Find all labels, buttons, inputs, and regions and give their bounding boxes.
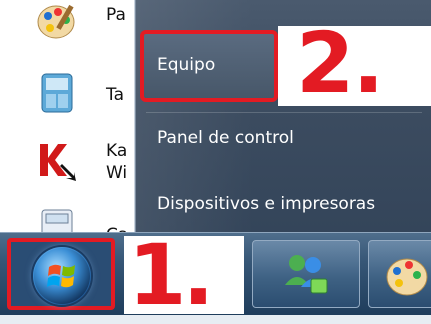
program-label: Ta xyxy=(106,85,124,105)
callout-two: 2. xyxy=(278,14,431,112)
kaspersky-icon xyxy=(40,144,76,181)
menu-separator xyxy=(146,112,422,113)
program-item-paint[interactable]: Pa xyxy=(0,0,134,52)
program-item-calculator[interactable]: Ca xyxy=(0,206,134,232)
programs-list: Pa Ta Ka Wi Ca xyxy=(0,0,135,232)
paint-icon xyxy=(386,258,428,296)
program-label-second-line: Wi xyxy=(106,163,128,183)
menu-item-equipo[interactable]: Equipo xyxy=(157,55,215,75)
callout-two-text: 2. xyxy=(296,14,384,112)
messenger-icon xyxy=(285,255,328,294)
program-label: Ca xyxy=(106,224,128,232)
program-label: Pa xyxy=(106,5,126,25)
program-item-kaspersky[interactable]: Ka Wi xyxy=(0,136,134,196)
taskbar-button-paint[interactable] xyxy=(368,240,431,308)
menu-item-dispositivos-e-impresoras[interactable]: Dispositivos e impresoras xyxy=(157,194,375,214)
callout-one-text: 1. xyxy=(128,226,214,324)
start-button[interactable] xyxy=(7,238,115,310)
program-item-gadgets[interactable]: Ta xyxy=(0,70,134,130)
taskbar-button-messenger[interactable] xyxy=(252,240,360,308)
windows-logo-icon xyxy=(33,247,91,305)
gadgets-icon xyxy=(41,73,73,113)
calculator-icon xyxy=(41,209,73,232)
callout-one: 1. xyxy=(124,226,244,324)
paint-icon xyxy=(37,4,75,39)
program-label: Ka xyxy=(106,141,128,161)
menu-item-panel-de-control[interactable]: Panel de control xyxy=(157,128,294,148)
